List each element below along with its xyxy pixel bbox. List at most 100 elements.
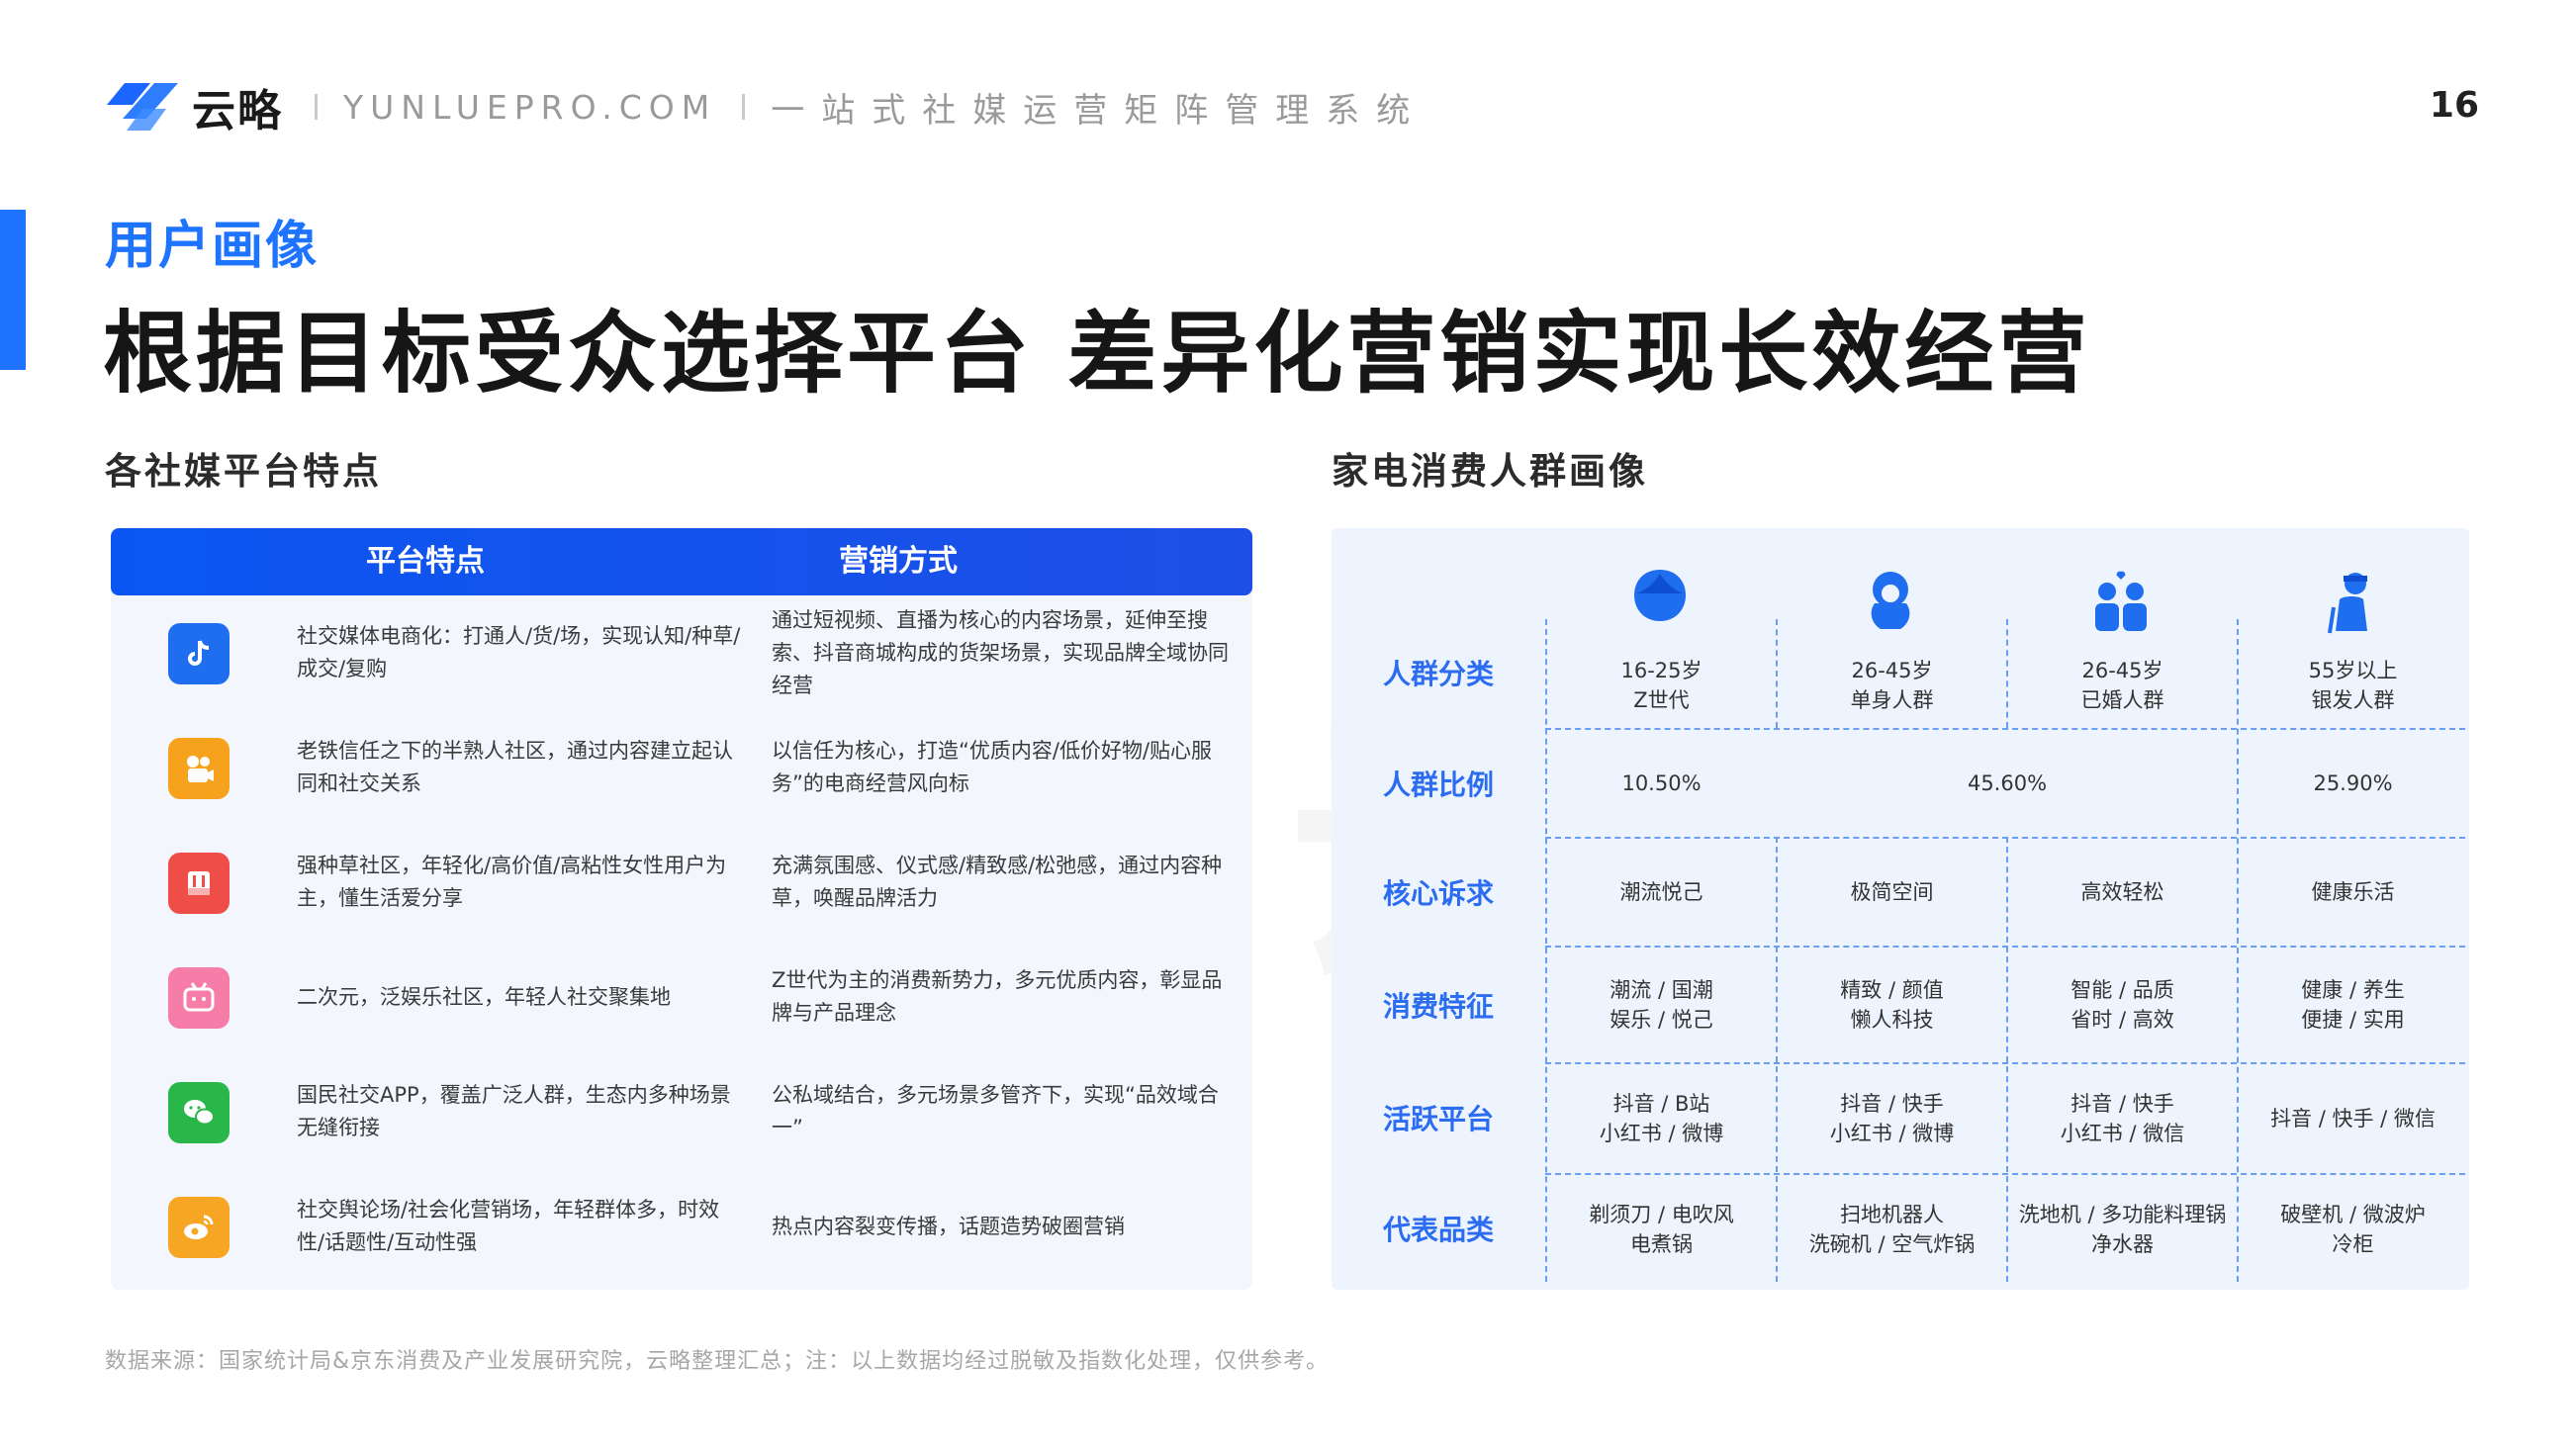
ratio-value: 10.50% [1621, 771, 1702, 795]
accent-bar [0, 210, 26, 370]
categories-line: 洗地机 / 多功能料理锅 [2018, 1203, 2227, 1226]
group-age: 16-25岁 [1620, 659, 1702, 682]
platform-row: 国民社交APP，覆盖广泛人群，生态内多种场景无缝衔接 公私域结合，多元场景多管齐… [111, 1054, 1252, 1169]
elderly-person-icon [2328, 573, 2367, 634]
source-footnote: 数据来源：国家统计局&京东消费及产业发展研究院，云略整理汇总；注：以上数据均经过… [105, 1349, 1330, 1374]
divider [742, 94, 746, 120]
categories-cell: 破壁机 / 微波炉 冷柜 [2239, 1175, 2467, 1284]
platforms-line: 抖音 / B站 [1612, 1092, 1710, 1116]
categories-line: 净水器 [2091, 1232, 2154, 1256]
platforms-cell: 抖音 / 快手 小红书 / 微博 [1778, 1064, 2006, 1173]
platform-table: 平台特点 营销方式 社交媒体电商化：打通人/货/场，实现认知/种草/成交/复购 … [111, 528, 1252, 1290]
platforms-line: 小红书 / 微信 [2060, 1122, 2185, 1145]
platforms-line: 小红书 / 微博 [1829, 1122, 1955, 1145]
appeal-cell: 高效轻松 [2080, 880, 2164, 904]
categories-line: 破壁机 / 微波炉 [2280, 1203, 2426, 1226]
platform-marketing: 公私域结合，多元场景多管齐下，实现“品效域合一” [772, 1083, 1219, 1139]
xiaohongshu-icon [168, 853, 230, 914]
traits-cell: 精致 / 颜值 懒人科技 [1778, 948, 2006, 1062]
weibo-icon [168, 1197, 230, 1258]
categories-line: 冷柜 [2332, 1232, 2374, 1256]
persona-table: 人群分类 人群比例 核心诉求 消费特征 活跃平台 代表品类 16-25岁 Z世代… [1332, 528, 2469, 1290]
wechat-icon [168, 1082, 230, 1143]
appeal-cell: 健康乐活 [2311, 880, 2395, 904]
row-label: 人群比例 [1382, 769, 1494, 801]
categories-line: 洗碗机 / 空气炸锅 [1808, 1232, 1976, 1256]
categories-line: 扫地机器人 [1840, 1203, 1944, 1226]
group-age: 26-45岁 [1851, 659, 1933, 682]
group-cell: 26-45岁 已婚人群 [2008, 643, 2237, 728]
young-person-icon [1634, 570, 1686, 621]
platforms-line: 小红书 / 微博 [1599, 1122, 1724, 1145]
categories-cell: 剃须刀 / 电吹风 电煮锅 [1547, 1175, 1776, 1284]
platforms-line: 抖音 / 快手 [1840, 1092, 1944, 1116]
ratio-cell: 45.60% [1778, 730, 2237, 837]
traits-line: 娱乐 / 悦己 [1610, 1008, 1713, 1032]
row-label: 人群分类 [1382, 658, 1494, 690]
traits-cell: 潮流 / 国潮 娱乐 / 悦己 [1547, 948, 1776, 1062]
traits-line: 懒人科技 [1850, 1008, 1934, 1032]
group-age: 55岁以上 [2308, 659, 2398, 682]
platform-feature: 国民社交APP，覆盖广泛人群，生态内多种场景无缝衔接 [297, 1083, 731, 1139]
platforms-cell: 抖音 / 快手 / 微信 [2239, 1064, 2467, 1173]
platform-feature: 社交媒体电商化：打通人/货/场，实现认知/种草/成交/复购 [297, 624, 741, 680]
bilibili-icon [168, 967, 230, 1029]
platform-marketing: 充满氛围感、仪式感/精致感/松弛感，通过内容种草，唤醒品牌活力 [772, 854, 1223, 910]
platform-marketing: 通过短视频、直播为核心的内容场景，延伸至搜索、抖音商城构成的货架场景，实现品牌全… [772, 607, 1229, 697]
platform-marketing: Z世代为主的消费新势力，多元优质内容，彰显品牌与产品理念 [772, 968, 1223, 1025]
platform-row: 强种草社区，年轻化/高价值/高粘性女性用户为主，懂生活爱分享 充满氛围感、仪式感… [111, 825, 1252, 940]
brand-domain: YUNLUEPRO.COM [343, 87, 717, 127]
categories-cell: 洗地机 / 多功能料理锅 净水器 [2008, 1175, 2237, 1284]
row-label: 活跃平台 [1382, 1103, 1494, 1135]
platform-feature: 老铁信任之下的半熟人社区，通过内容建立起认同和社交关系 [297, 739, 733, 795]
page-title: 根据目标受众选择平台 差异化营销实现长效经营 [103, 302, 2091, 406]
group-cell: 26-45岁 单身人群 [1778, 643, 2006, 728]
traits-cell: 智能 / 品质 省时 / 高效 [2008, 948, 2237, 1062]
appeal-cell: 潮流悦己 [1619, 880, 1703, 904]
appeal-cell: 极简空间 [1850, 880, 1934, 904]
platform-marketing: 以信任为核心，打造“优质内容/低价好物/贴心服务”的电商经营风向标 [772, 739, 1213, 795]
kuaishou-icon [168, 738, 230, 799]
yunlue-logo-icon [107, 83, 178, 131]
brand-slogan: 一站式社媒运营矩阵管理系统 [771, 90, 1427, 131]
ratio-value: 25.90% [2313, 771, 2393, 795]
right-subtitle: 家电消费人群画像 [1332, 450, 1648, 493]
traits-line: 省时 / 高效 [2070, 1008, 2174, 1032]
traits-line: 智能 / 品质 [2070, 978, 2174, 1002]
divider [315, 94, 318, 120]
group-cell: 55岁以上 银发人群 [2239, 643, 2467, 728]
header-feature: 平台特点 [366, 544, 485, 579]
row-label: 核心诉求 [1382, 877, 1494, 910]
section-label: 用户画像 [105, 217, 320, 276]
traits-cell: 健康 / 养生 便捷 / 实用 [2239, 948, 2467, 1062]
row-label: 消费特征 [1382, 990, 1494, 1023]
group-cell: 16-25岁 Z世代 [1547, 643, 1776, 728]
categories-line: 电煮锅 [1630, 1232, 1693, 1256]
platforms-line: 抖音 / 快手 / 微信 [2270, 1107, 2436, 1131]
group-name: 单身人群 [1850, 688, 1934, 712]
categories-cell: 扫地机器人 洗碗机 / 空气炸锅 [1778, 1175, 2006, 1284]
traits-line: 便捷 / 实用 [2301, 1008, 2405, 1032]
traits-line: 潮流 / 国潮 [1610, 978, 1713, 1002]
platform-marketing: 热点内容裂变传播，话题造势破圈营销 [772, 1214, 1125, 1238]
group-age: 26-45岁 [2081, 659, 2163, 682]
categories-line: 剃须刀 / 电吹风 [1589, 1203, 1734, 1226]
row-label: 代表品类 [1382, 1214, 1494, 1246]
platform-feature: 二次元，泛娱乐社区，年轻人社交聚集地 [297, 984, 671, 1009]
ratio-value: 45.60% [1967, 771, 2048, 795]
couple-icon [2095, 571, 2147, 631]
platform-row: 社交媒体电商化：打通人/货/场，实现认知/种草/成交/复购 通过短视频、直播为核… [111, 595, 1252, 710]
traits-line: 健康 / 养生 [2301, 978, 2405, 1002]
ratio-cell: 10.50% [1547, 730, 1776, 837]
brand-name: 云略 [192, 86, 283, 136]
platform-row: 社交舆论场/社会化营销场，年轻群体多，时效性/话题性/互动性强 热点内容裂变传播… [111, 1169, 1252, 1284]
left-subtitle: 各社媒平台特点 [105, 450, 382, 493]
ratio-cell: 25.90% [2239, 730, 2467, 837]
platform-row: 二次元，泛娱乐社区，年轻人社交聚集地 Z世代为主的消费新势力，多元优质内容，彰显… [111, 940, 1252, 1054]
single-person-icon [1871, 572, 1910, 629]
header-marketing: 营销方式 [839, 544, 958, 579]
platforms-line: 抖音 / 快手 [2070, 1092, 2174, 1116]
group-name: 银发人群 [2311, 688, 2395, 712]
platform-table-header: 平台特点 营销方式 [111, 528, 1252, 595]
platforms-cell: 抖音 / B站 小红书 / 微博 [1547, 1064, 1776, 1173]
